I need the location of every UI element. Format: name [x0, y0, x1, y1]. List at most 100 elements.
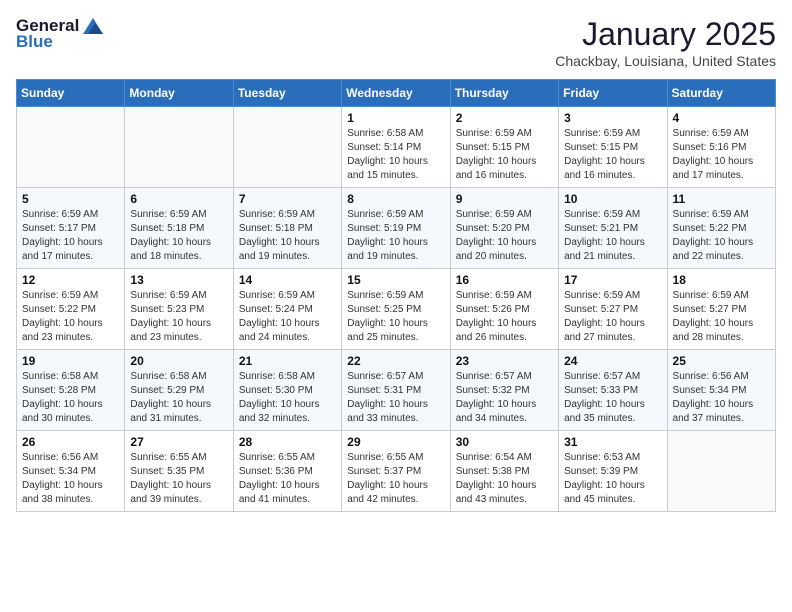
day-info: Sunrise: 6:55 AM Sunset: 5:36 PM Dayligh… — [239, 451, 336, 507]
day-number: 30 — [456, 435, 553, 449]
day-info: Sunrise: 6:58 AM Sunset: 5:30 PM Dayligh… — [239, 370, 336, 426]
day-number: 19 — [22, 354, 119, 368]
calendar-cell: 24 Sunrise: 6:57 AM Sunset: 5:33 PM Dayli… — [559, 350, 667, 431]
day-number: 16 — [456, 273, 553, 287]
day-info: Sunrise: 6:59 AM Sunset: 5:18 PM Dayligh… — [239, 208, 336, 264]
calendar-cell: 6 Sunrise: 6:59 AM Sunset: 5:18 PM Daylig… — [125, 188, 233, 269]
calendar-cell — [233, 107, 341, 188]
day-info: Sunrise: 6:57 AM Sunset: 5:33 PM Dayligh… — [564, 370, 661, 426]
day-number: 25 — [673, 354, 770, 368]
calendar-cell: 21 Sunrise: 6:58 AM Sunset: 5:30 PM Dayli… — [233, 350, 341, 431]
day-number: 29 — [347, 435, 444, 449]
calendar-cell: 31 Sunrise: 6:53 AM Sunset: 5:39 PM Dayli… — [559, 431, 667, 512]
calendar-table: SundayMondayTuesdayWednesdayThursdayFrid… — [16, 79, 776, 512]
calendar-cell: 15 Sunrise: 6:59 AM Sunset: 5:25 PM Dayli… — [342, 269, 450, 350]
weekday-header: Friday — [559, 80, 667, 107]
day-info: Sunrise: 6:58 AM Sunset: 5:29 PM Dayligh… — [130, 370, 227, 426]
calendar-week-row: 26Sunrise: 6:56 AM Sunset: 5:34 PM Dayli… — [17, 431, 776, 512]
day-info: Sunrise: 6:59 AM Sunset: 5:19 PM Dayligh… — [347, 208, 444, 264]
day-number: 31 — [564, 435, 661, 449]
day-info: Sunrise: 6:59 AM Sunset: 5:21 PM Dayligh… — [564, 208, 661, 264]
day-info: Sunrise: 6:59 AM Sunset: 5:20 PM Dayligh… — [456, 208, 553, 264]
day-number: 12 — [22, 273, 119, 287]
calendar-cell: 8 Sunrise: 6:59 AM Sunset: 5:19 PM Daylig… — [342, 188, 450, 269]
calendar-cell: 9 Sunrise: 6:59 AM Sunset: 5:20 PM Daylig… — [450, 188, 558, 269]
calendar-cell: 1 Sunrise: 6:58 AM Sunset: 5:14 PM Daylig… — [342, 107, 450, 188]
day-number: 13 — [130, 273, 227, 287]
day-info: Sunrise: 6:59 AM Sunset: 5:26 PM Dayligh… — [456, 289, 553, 345]
day-number: 18 — [673, 273, 770, 287]
day-info: Sunrise: 6:57 AM Sunset: 5:31 PM Dayligh… — [347, 370, 444, 426]
weekday-header-row: SundayMondayTuesdayWednesdayThursdayFrid… — [17, 80, 776, 107]
day-info: Sunrise: 6:55 AM Sunset: 5:37 PM Dayligh… — [347, 451, 444, 507]
day-number: 10 — [564, 192, 661, 206]
calendar-cell: 3 Sunrise: 6:59 AM Sunset: 5:15 PM Daylig… — [559, 107, 667, 188]
day-number: 3 — [564, 111, 661, 125]
day-number: 9 — [456, 192, 553, 206]
calendar-cell: 4Sunrise: 6:59 AM Sunset: 5:16 PM Daylig… — [667, 107, 775, 188]
day-number: 5 — [22, 192, 119, 206]
calendar-cell: 29 Sunrise: 6:55 AM Sunset: 5:37 PM Dayli… — [342, 431, 450, 512]
day-info: Sunrise: 6:59 AM Sunset: 5:22 PM Dayligh… — [22, 289, 119, 345]
day-info: Sunrise: 6:59 AM Sunset: 5:24 PM Dayligh… — [239, 289, 336, 345]
calendar-cell: 23Sunrise: 6:57 AM Sunset: 5:32 PM Dayli… — [450, 350, 558, 431]
day-info: Sunrise: 6:53 AM Sunset: 5:39 PM Dayligh… — [564, 451, 661, 507]
calendar-cell: 17Sunrise: 6:59 AM Sunset: 5:27 PM Dayli… — [559, 269, 667, 350]
calendar-cell: 5 Sunrise: 6:59 AM Sunset: 5:17 PM Daylig… — [17, 188, 125, 269]
calendar-cell: 14 Sunrise: 6:59 AM Sunset: 5:24 PM Dayli… — [233, 269, 341, 350]
day-info: Sunrise: 6:59 AM Sunset: 5:16 PM Dayligh… — [673, 127, 770, 183]
day-info: Sunrise: 6:55 AM Sunset: 5:35 PM Dayligh… — [130, 451, 227, 507]
calendar-cell: 2 Sunrise: 6:59 AM Sunset: 5:15 PM Daylig… — [450, 107, 558, 188]
day-number: 14 — [239, 273, 336, 287]
day-number: 7 — [239, 192, 336, 206]
title-section: January 2025 Chackbay, Louisiana, United… — [555, 16, 776, 69]
calendar-week-row: 5 Sunrise: 6:59 AM Sunset: 5:17 PM Daylig… — [17, 188, 776, 269]
day-number: 21 — [239, 354, 336, 368]
calendar-cell: 7 Sunrise: 6:59 AM Sunset: 5:18 PM Daylig… — [233, 188, 341, 269]
day-number: 27 — [130, 435, 227, 449]
weekday-header: Sunday — [17, 80, 125, 107]
day-number: 1 — [347, 111, 444, 125]
logo-icon — [83, 18, 103, 34]
day-info: Sunrise: 6:54 AM Sunset: 5:38 PM Dayligh… — [456, 451, 553, 507]
day-info: Sunrise: 6:56 AM Sunset: 5:34 PM Dayligh… — [22, 451, 119, 507]
day-info: Sunrise: 6:59 AM Sunset: 5:27 PM Dayligh… — [673, 289, 770, 345]
page-header: General Blue January 2025 Chackbay, Loui… — [16, 16, 776, 69]
day-info: Sunrise: 6:59 AM Sunset: 5:27 PM Dayligh… — [564, 289, 661, 345]
calendar-cell: 28 Sunrise: 6:55 AM Sunset: 5:36 PM Dayli… — [233, 431, 341, 512]
calendar-cell: 20Sunrise: 6:58 AM Sunset: 5:29 PM Dayli… — [125, 350, 233, 431]
day-number: 28 — [239, 435, 336, 449]
weekday-header: Tuesday — [233, 80, 341, 107]
calendar-week-row: 12 Sunrise: 6:59 AM Sunset: 5:22 PM Dayli… — [17, 269, 776, 350]
calendar-cell — [125, 107, 233, 188]
day-info: Sunrise: 6:58 AM Sunset: 5:28 PM Dayligh… — [22, 370, 119, 426]
calendar-week-row: 1 Sunrise: 6:58 AM Sunset: 5:14 PM Daylig… — [17, 107, 776, 188]
calendar-cell: 16 Sunrise: 6:59 AM Sunset: 5:26 PM Dayli… — [450, 269, 558, 350]
day-number: 15 — [347, 273, 444, 287]
day-info: Sunrise: 6:59 AM Sunset: 5:18 PM Dayligh… — [130, 208, 227, 264]
day-number: 2 — [456, 111, 553, 125]
day-info: Sunrise: 6:59 AM Sunset: 5:17 PM Dayligh… — [22, 208, 119, 264]
day-info: Sunrise: 6:58 AM Sunset: 5:14 PM Dayligh… — [347, 127, 444, 183]
weekday-header: Saturday — [667, 80, 775, 107]
day-info: Sunrise: 6:59 AM Sunset: 5:22 PM Dayligh… — [673, 208, 770, 264]
location: Chackbay, Louisiana, United States — [555, 53, 776, 69]
calendar-cell: 10 Sunrise: 6:59 AM Sunset: 5:21 PM Dayli… — [559, 188, 667, 269]
day-info: Sunrise: 6:59 AM Sunset: 5:15 PM Dayligh… — [564, 127, 661, 183]
calendar-cell: 22Sunrise: 6:57 AM Sunset: 5:31 PM Dayli… — [342, 350, 450, 431]
calendar-cell: 27 Sunrise: 6:55 AM Sunset: 5:35 PM Dayli… — [125, 431, 233, 512]
calendar-cell: 26Sunrise: 6:56 AM Sunset: 5:34 PM Dayli… — [17, 431, 125, 512]
day-number: 6 — [130, 192, 227, 206]
weekday-header: Monday — [125, 80, 233, 107]
weekday-header: Wednesday — [342, 80, 450, 107]
day-info: Sunrise: 6:59 AM Sunset: 5:25 PM Dayligh… — [347, 289, 444, 345]
day-number: 23 — [456, 354, 553, 368]
calendar-cell: 30 Sunrise: 6:54 AM Sunset: 5:38 PM Dayli… — [450, 431, 558, 512]
day-info: Sunrise: 6:59 AM Sunset: 5:15 PM Dayligh… — [456, 127, 553, 183]
day-number: 8 — [347, 192, 444, 206]
month-title: January 2025 — [555, 16, 776, 53]
logo: General Blue — [16, 16, 103, 52]
day-number: 24 — [564, 354, 661, 368]
calendar-cell: 19 Sunrise: 6:58 AM Sunset: 5:28 PM Dayli… — [17, 350, 125, 431]
calendar-cell — [667, 431, 775, 512]
